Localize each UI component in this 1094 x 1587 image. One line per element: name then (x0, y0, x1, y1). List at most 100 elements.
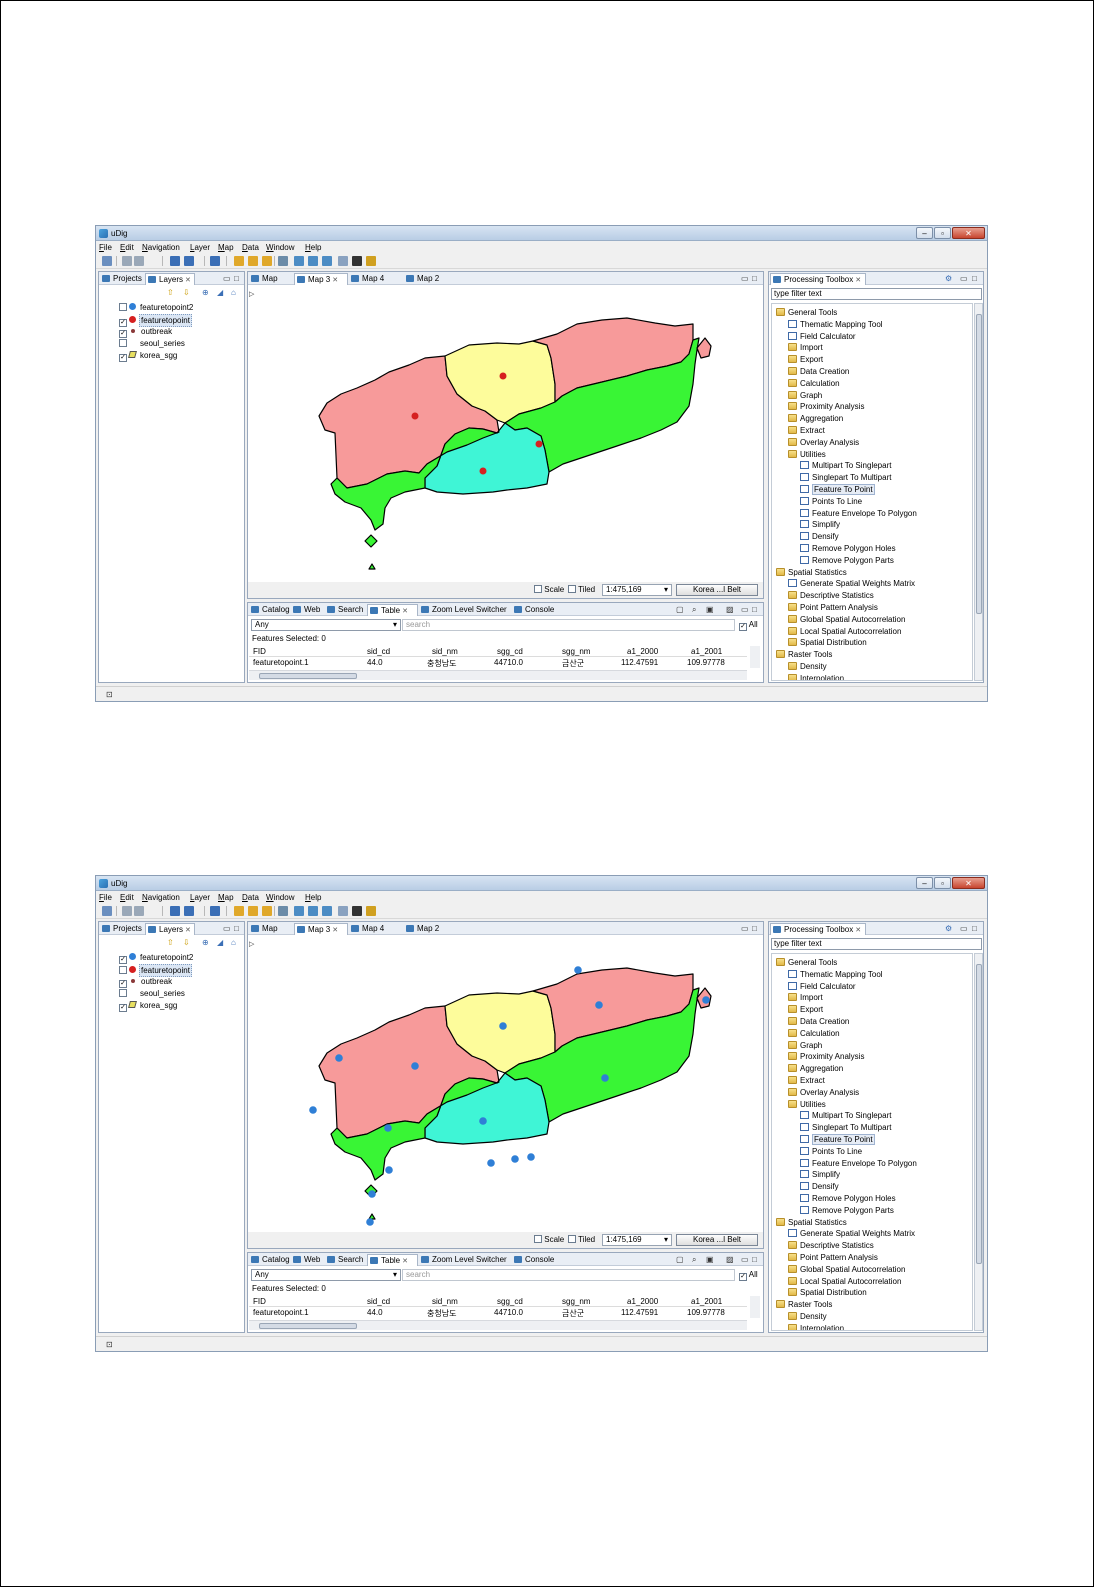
forward-icon[interactable] (248, 256, 258, 266)
table-horizontal-scrollbar[interactable] (249, 670, 747, 680)
table-vertical-scrollbar[interactable] (750, 1296, 760, 1318)
toolbox-tool-item[interactable]: Densify (800, 1181, 839, 1192)
toolbox-folder-item[interactable]: Data Creation (788, 366, 849, 377)
maximize-view-icon[interactable]: □ (234, 924, 239, 933)
toolbox-folder-item[interactable]: Import (788, 992, 823, 1003)
tab-map[interactable]: Map (249, 273, 293, 285)
layer-visibility-checkbox[interactable]: ✓ (119, 330, 127, 338)
table-row[interactable]: featuretopoint.1 44.0 충청남도 44710.0 금산군 1… (249, 658, 747, 667)
toolbox-tool-item[interactable]: Multipart To Singlepart (800, 460, 891, 471)
toolbox-tool-item[interactable]: Feature To Point (800, 484, 875, 495)
maximize-view-icon[interactable]: □ (972, 274, 977, 283)
palette-toggle-icon[interactable]: ▷ (249, 940, 254, 948)
scroll-thumb[interactable] (976, 314, 982, 614)
toolbox-folder-item[interactable]: Proximity Analysis (788, 401, 864, 412)
column-header[interactable]: sgg_cd (497, 1297, 523, 1306)
filter-icon[interactable]: ▨ (726, 1255, 734, 1264)
save-icon[interactable] (122, 256, 132, 266)
toolbox-tool-item[interactable]: Feature Envelope To Polygon (800, 508, 917, 519)
map-canvas[interactable] (257, 938, 762, 1230)
toolbox-vertical-scrollbar[interactable] (974, 303, 983, 681)
menu-data[interactable]: Data (242, 893, 259, 902)
toolbox-folder-item[interactable]: Raster Tools (776, 1299, 832, 1310)
toolbox-folder-item[interactable]: Global Spatial Autocorrelation (788, 1264, 905, 1275)
zoom-extent-icon[interactable] (294, 256, 304, 266)
home-icon[interactable]: ⌂ (231, 288, 236, 297)
zoom-out-icon[interactable] (322, 906, 332, 916)
tab-processing-toolbox[interactable]: Processing Toolbox ✕ (770, 273, 866, 285)
toolbox-folder-item[interactable]: Raster Tools (776, 649, 832, 660)
toolbox-folder-item[interactable]: Calculation (788, 1028, 840, 1039)
tab-layers[interactable]: Layers ✕ (145, 273, 195, 285)
export-icon[interactable] (184, 256, 194, 266)
layer-item-featuretopoint2[interactable]: featuretopoint2 (119, 302, 194, 313)
tab-zoom-level-switcher[interactable]: Zoom Level Switcher (419, 1254, 511, 1266)
fast-view-icon[interactable]: ⊡ (106, 690, 113, 699)
toolbox-filter-input[interactable]: type filter text (771, 288, 982, 300)
column-header[interactable]: sid_nm (432, 1297, 458, 1306)
tab-map-3[interactable]: Map 3 ✕ (294, 273, 348, 285)
toolbox-folder-item[interactable]: Export (788, 1004, 823, 1015)
toolbox-vertical-scrollbar[interactable] (974, 953, 983, 1331)
close-window-button[interactable]: ✕ (952, 877, 985, 889)
menu-data[interactable]: Data (242, 243, 259, 252)
save-all-icon[interactable] (134, 256, 144, 266)
console-view-icon[interactable] (170, 256, 180, 266)
move-down-icon[interactable]: ⇩ (183, 938, 190, 947)
stop-icon[interactable] (352, 906, 362, 916)
layer-visibility-checkbox[interactable]: ✓ (119, 980, 127, 988)
add-layer-icon[interactable]: ⊕ (202, 288, 209, 297)
maximize-button[interactable]: ▫ (934, 227, 951, 239)
toolbox-folder-item[interactable]: Local Spatial Autocorrelation (788, 1276, 901, 1287)
toolbox-folder-item[interactable]: Overlay Analysis (788, 437, 859, 448)
crs-button[interactable]: Korea ...l Belt (676, 1234, 758, 1246)
toolbox-folder-item[interactable]: Overlay Analysis (788, 1087, 859, 1098)
toolbox-folder-item[interactable]: Extract (788, 1075, 825, 1086)
minimize-view-icon[interactable]: ▭ (741, 924, 749, 933)
zoom-selection-icon[interactable]: ⌕ (692, 1255, 696, 1265)
toolbox-folder-item[interactable]: General Tools (776, 307, 837, 318)
maximize-view-icon[interactable]: □ (234, 274, 239, 283)
layer-item-featuretopoint[interactable]: ✓ featuretopoint (119, 314, 192, 327)
zoom-extent-icon[interactable] (294, 906, 304, 916)
toolbox-folder-item[interactable]: Point Pattern Analysis (788, 602, 878, 613)
back-icon[interactable] (234, 256, 244, 266)
toolbox-tool-item[interactable]: Densify (800, 531, 839, 542)
tiled-checkbox[interactable]: Tiled (568, 585, 595, 594)
move-up-icon[interactable]: ⇧ (167, 938, 174, 947)
layer-item-featuretopoint[interactable]: featuretopoint (119, 964, 192, 977)
minimize-button[interactable]: – (916, 877, 933, 889)
toolbox-tool-item[interactable]: Feature Envelope To Polygon (800, 1158, 917, 1169)
zoom-selection-icon[interactable]: ⌕ (692, 605, 696, 615)
column-header[interactable]: sid_cd (367, 1297, 390, 1306)
home-icon[interactable]: ⌂ (231, 938, 236, 947)
add-layer-icon[interactable]: ⊕ (202, 938, 209, 947)
refresh-icon[interactable] (278, 906, 288, 916)
toolbox-tool-item[interactable]: Generate Spatial Weights Matrix (788, 1228, 915, 1239)
minimize-view-icon[interactable]: ▭ (960, 274, 968, 283)
menu-layer[interactable]: Layer (190, 893, 210, 902)
toolbox-folder-item[interactable]: Interpolation (788, 1323, 844, 1330)
toolbox-tool-item[interactable]: Points To Line (800, 496, 862, 507)
toolbox-folder-item[interactable]: Import (788, 342, 823, 353)
toolbox-folder-item[interactable]: Extract (788, 425, 825, 436)
layer-item-featuretopoint2[interactable]: ✓ featuretopoint2 (119, 952, 194, 964)
all-checkbox[interactable]: ✓ All (739, 620, 758, 631)
tab-console[interactable]: Console (512, 1254, 560, 1266)
style-icon[interactable]: ◢ (217, 938, 223, 947)
column-header[interactable]: a1_2000 (627, 647, 658, 656)
tab-processing-toolbox[interactable]: Processing Toolbox ✕ (770, 923, 866, 935)
toolbox-tool-item[interactable]: Remove Polygon Holes (800, 543, 896, 554)
column-header[interactable]: sid_nm (432, 647, 458, 656)
toolbox-folder-item[interactable]: Local Spatial Autocorrelation (788, 626, 901, 637)
menu-help[interactable]: Help (305, 893, 321, 902)
pan-icon[interactable] (262, 256, 272, 266)
column-header[interactable]: a1_2000 (627, 1297, 658, 1306)
scale-checkbox[interactable]: Scale (534, 1235, 564, 1244)
toolbox-filter-input[interactable]: type filter text (771, 938, 982, 950)
tab-catalog[interactable]: Catalog (249, 1254, 291, 1266)
toolbox-folder-item[interactable]: Global Spatial Autocorrelation (788, 614, 905, 625)
save-all-icon[interactable] (134, 906, 144, 916)
layer-visibility-checkbox[interactable] (119, 989, 127, 997)
layer-visibility-checkbox[interactable] (119, 966, 127, 974)
